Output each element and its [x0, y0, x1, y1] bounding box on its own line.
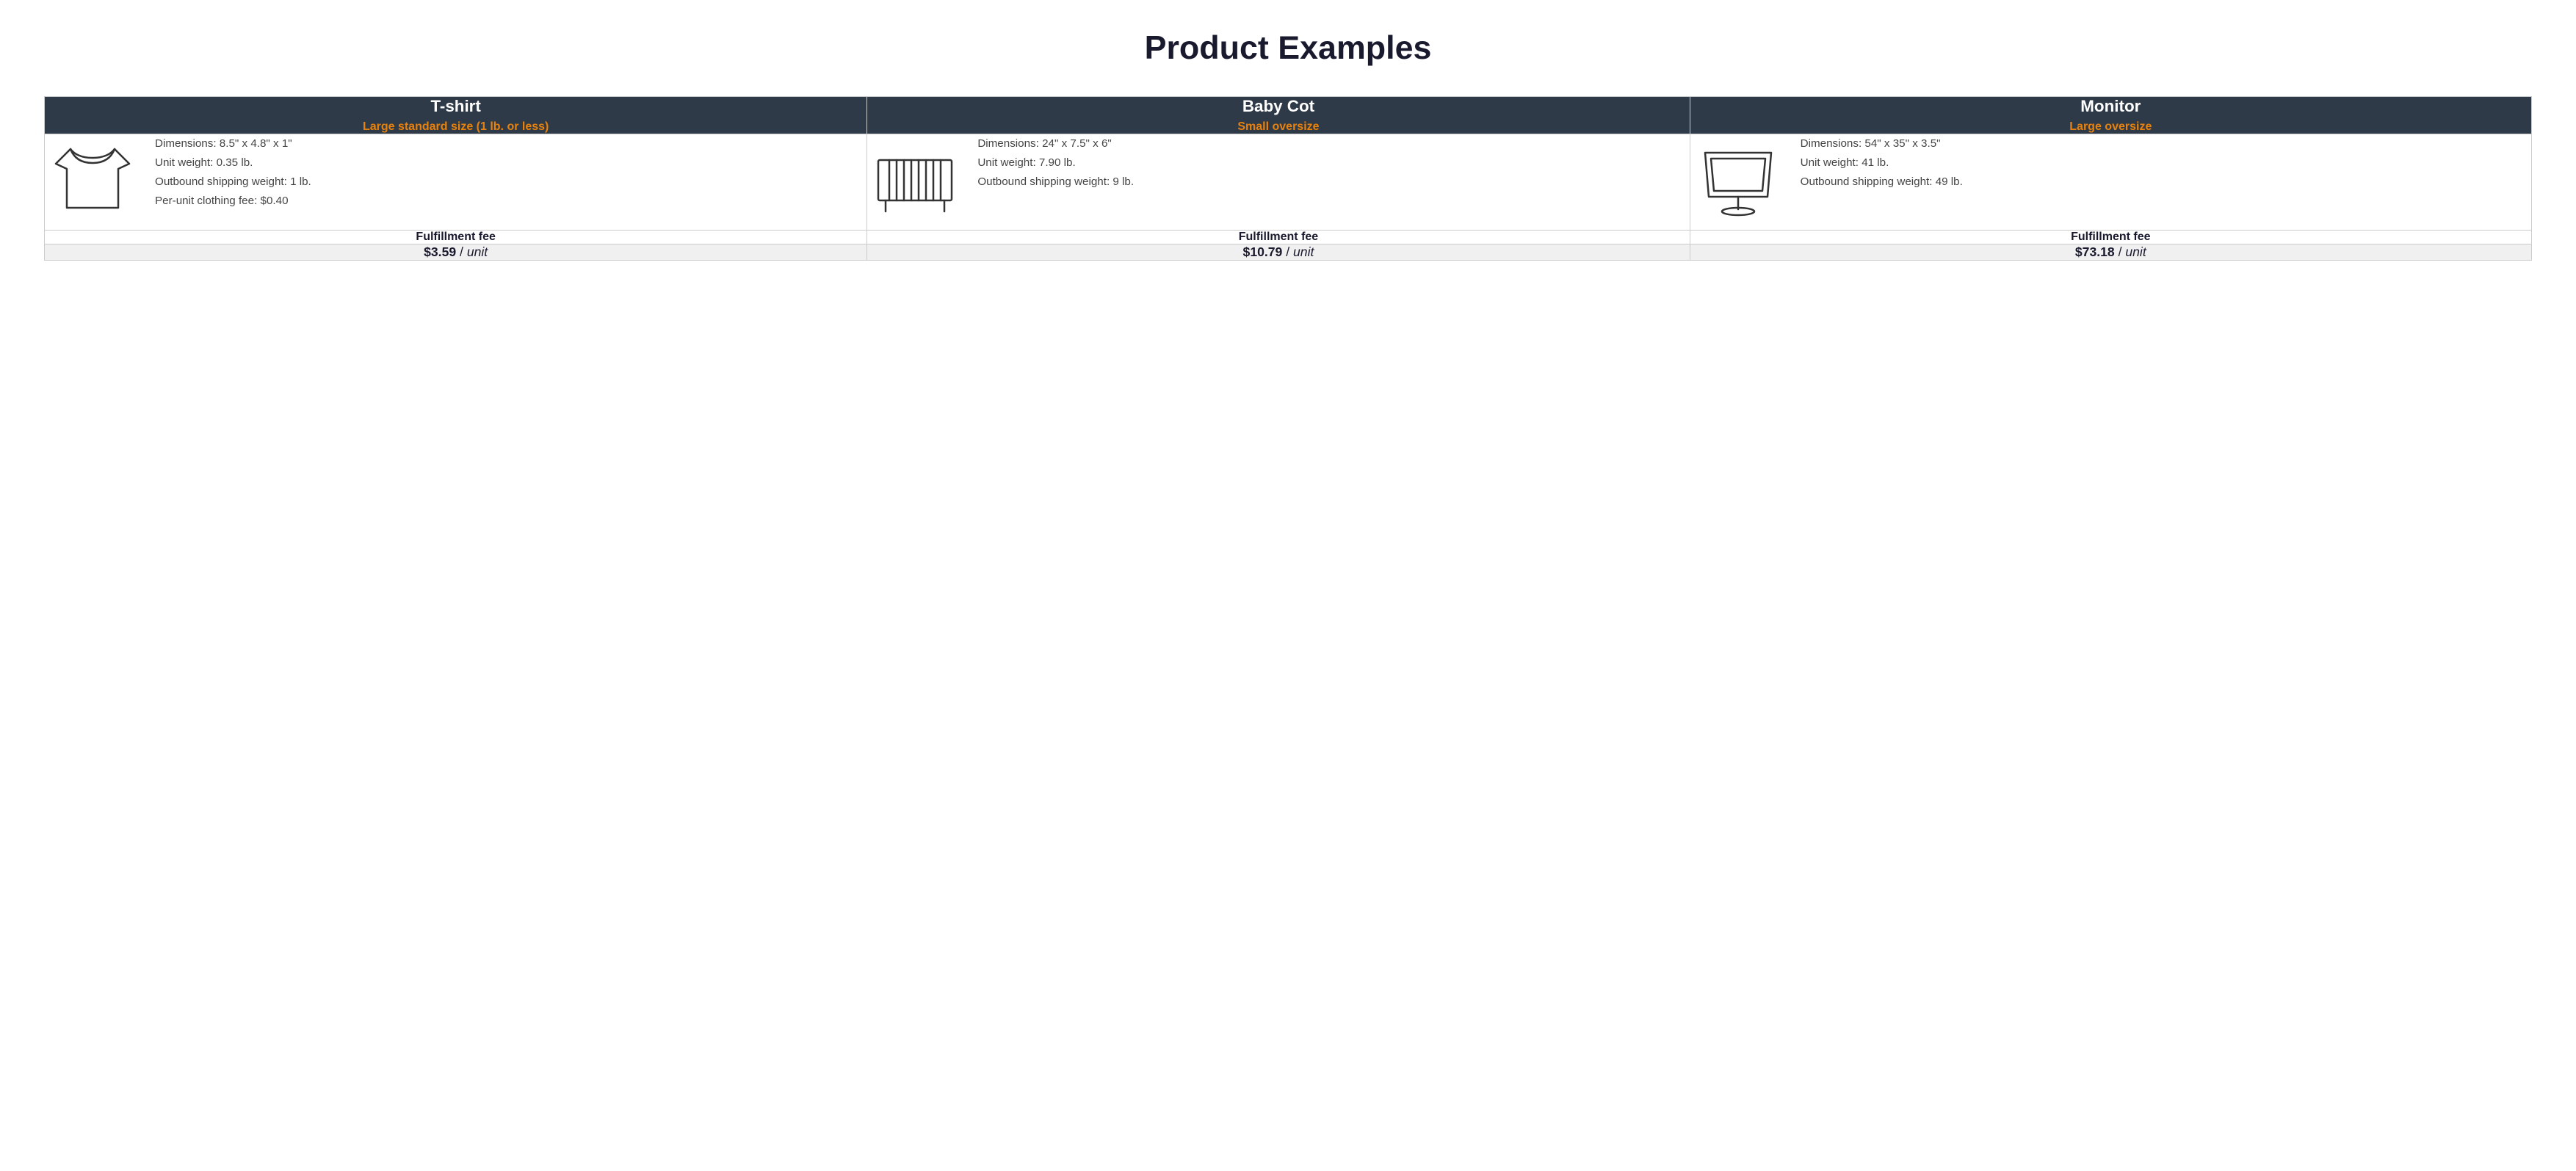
- tshirt-fee-unit: unit: [467, 244, 488, 259]
- tshirt-fee-value: $3.59 / unit: [45, 244, 867, 261]
- babycot-fee-unit: unit: [1293, 244, 1314, 259]
- babycot-icon: [867, 134, 963, 230]
- tshirt-spec-1: Unit weight: 0.35 lb.: [155, 156, 253, 169]
- header-row: T-shirt Large standard size (1 lb. or le…: [45, 97, 2532, 134]
- monitor-spec-2: Outbound shipping weight: 49 lb.: [1801, 175, 1963, 188]
- tshirt-fee-amount: $3.59: [424, 244, 456, 259]
- monitor-fee-amount: $73.18: [2075, 244, 2115, 259]
- fee-label-row: Fulfillment fee Fulfillment fee Fulfillm…: [45, 231, 2532, 244]
- tshirt-specs: Dimensions: 8.5" x 4.8" x 1" Unit weight…: [155, 134, 311, 210]
- monitor-details: Dimensions: 54" x 35" x 3.5" Unit weight…: [1690, 134, 2531, 231]
- monitor-fee-label: Fulfillment fee: [1690, 231, 2531, 244]
- fee-value-row: $3.59 / unit $10.79 / unit $73.18 / unit: [45, 244, 2532, 261]
- tshirt-spec-0: Dimensions: 8.5" x 4.8" x 1": [155, 137, 292, 150]
- monitor-name: Monitor: [1690, 97, 2531, 116]
- babycot-fee-amount: $10.79: [1243, 244, 1283, 259]
- monitor-icon: [1690, 134, 1786, 230]
- monitor-fee-value: $73.18 / unit: [1690, 244, 2531, 261]
- monitor-size-category: Large oversize: [1690, 120, 2531, 134]
- tshirt-fee-label: Fulfillment fee: [45, 231, 867, 244]
- babycot-spec-1: Unit weight: 7.90 lb.: [977, 156, 1075, 169]
- details-row: Dimensions: 8.5" x 4.8" x 1" Unit weight…: [45, 134, 2532, 231]
- header-babycot: Baby Cot Small oversize: [867, 97, 1690, 134]
- page-title: Product Examples: [44, 29, 2532, 67]
- babycot-spec-0: Dimensions: 24" x 7.5" x 6": [977, 137, 1111, 150]
- babycot-details: Dimensions: 24" x 7.5" x 6" Unit weight:…: [867, 134, 1690, 231]
- monitor-specs: Dimensions: 54" x 35" x 3.5" Unit weight…: [1801, 134, 1963, 192]
- monitor-spec-0: Dimensions: 54" x 35" x 3.5": [1801, 137, 1941, 150]
- babycot-fee-label: Fulfillment fee: [867, 231, 1690, 244]
- monitor-spec-1: Unit weight: 41 lb.: [1801, 156, 1889, 169]
- babycot-fee-value: $10.79 / unit: [867, 244, 1690, 261]
- babycot-size-category: Small oversize: [867, 120, 1689, 134]
- header-monitor: Monitor Large oversize: [1690, 97, 2531, 134]
- babycot-spec-2: Outbound shipping weight: 9 lb.: [977, 175, 1134, 188]
- tshirt-spec-3: Per-unit clothing fee: $0.40: [155, 195, 289, 207]
- babycot-name: Baby Cot: [867, 97, 1689, 116]
- tshirt-size-category: Large standard size (1 lb. or less): [45, 120, 866, 134]
- tshirt-spec-2: Outbound shipping weight: 1 lb.: [155, 175, 311, 188]
- monitor-fee-unit: unit: [2125, 244, 2146, 259]
- tshirt-icon: [45, 134, 140, 230]
- product-examples-table: T-shirt Large standard size (1 lb. or le…: [44, 96, 2532, 261]
- tshirt-details: Dimensions: 8.5" x 4.8" x 1" Unit weight…: [45, 134, 867, 231]
- babycot-specs: Dimensions: 24" x 7.5" x 6" Unit weight:…: [977, 134, 1134, 192]
- tshirt-name: T-shirt: [45, 97, 866, 116]
- header-tshirt: T-shirt Large standard size (1 lb. or le…: [45, 97, 867, 134]
